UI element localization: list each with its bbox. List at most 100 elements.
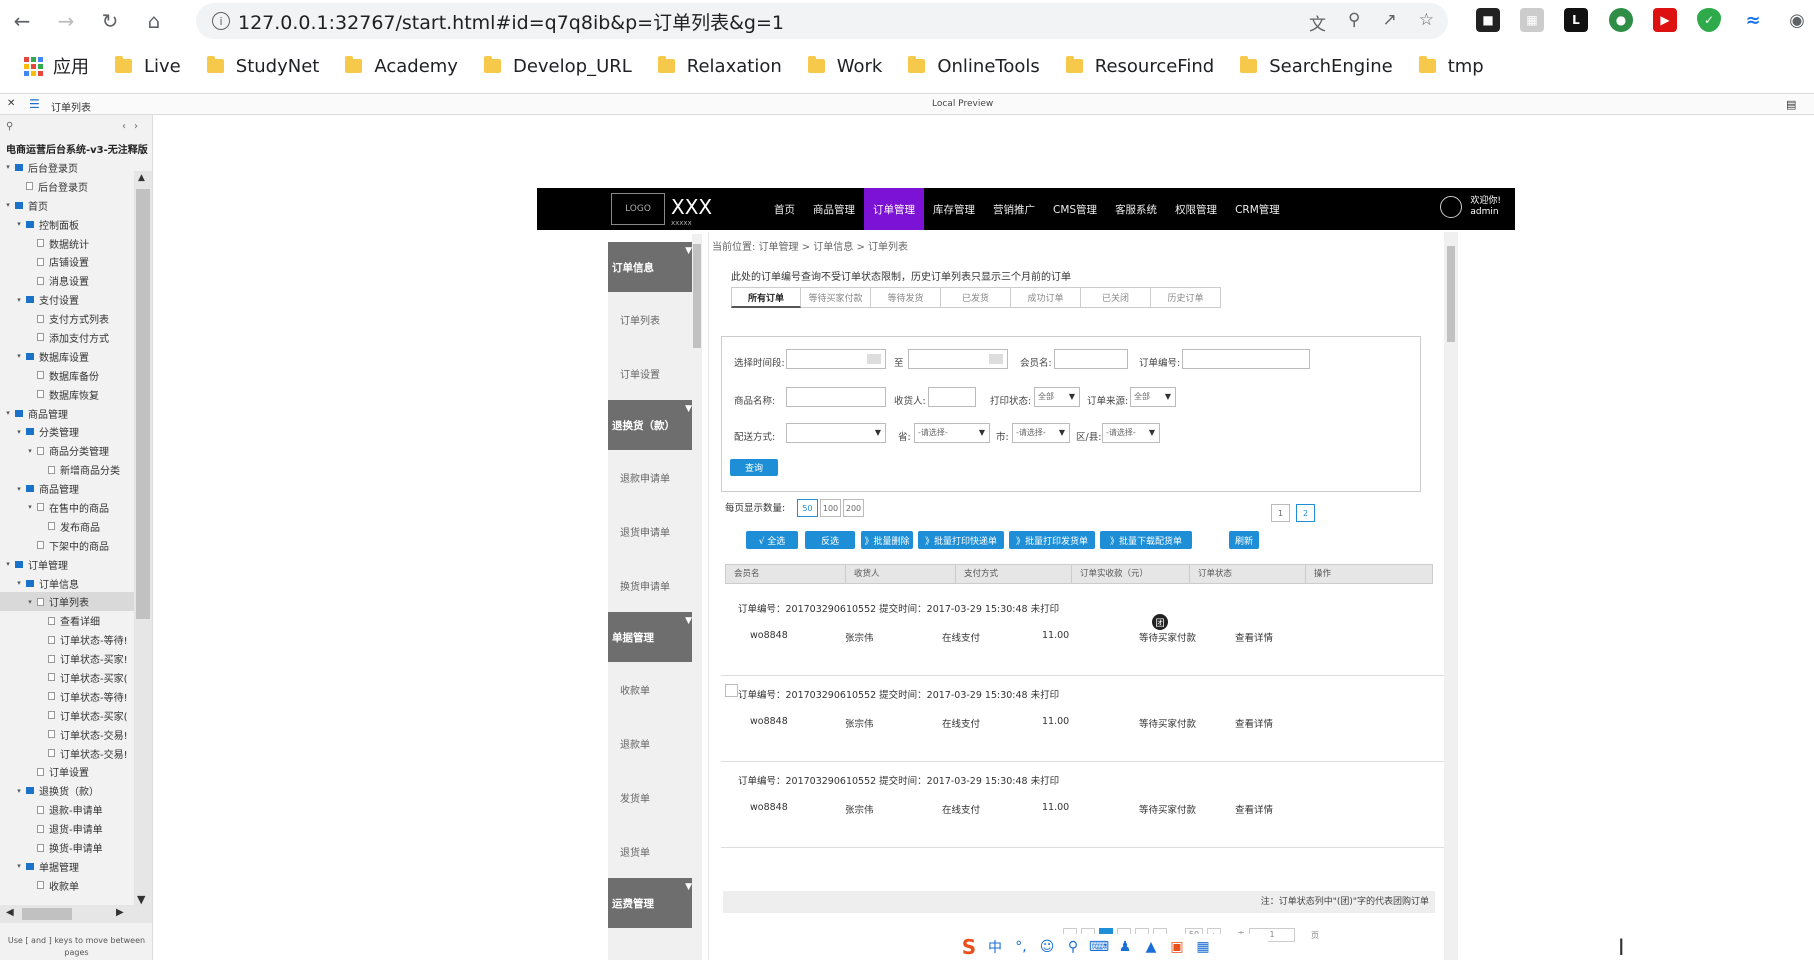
twisty-icon[interactable]: ▾ (26, 503, 34, 511)
twisty-icon[interactable]: ▾ (15, 485, 23, 493)
sitemap-search[interactable]: ⚲ ‹› (0, 115, 152, 137)
order-cell-op[interactable]: 查看详情 (1235, 630, 1273, 644)
province-select[interactable]: -请选择- (914, 423, 990, 443)
sitemap-item[interactable]: ▾ 商品管理 (0, 479, 152, 498)
emoji-icon[interactable]: ☺ (1038, 938, 1056, 956)
sogou-logo-icon[interactable]: S (960, 935, 978, 959)
left-nav-group[interactable]: 运费管理 ▼ (608, 878, 698, 928)
batch-print-delivery-button[interactable]: 》批量打印发货单 (1009, 531, 1095, 549)
left-nav-item[interactable]: 收款单 (608, 662, 698, 716)
url-text[interactable]: 127.0.0.1:32767/start.html#id=q7q8ib&p=订… (238, 8, 784, 35)
left-nav-item[interactable]: 退款申请单 (608, 450, 698, 504)
bookmark-folder[interactable]: StudyNet (206, 56, 319, 77)
delivery-select[interactable] (786, 423, 886, 443)
twisty-icon[interactable]: ▾ (15, 220, 23, 228)
info-icon[interactable]: i (212, 12, 230, 30)
sitemap-item[interactable]: ▾ 后台登录页 (0, 158, 152, 177)
sitemap-item[interactable]: 下架中的商品 (0, 536, 152, 555)
left-nav-item[interactable]: 退货单 (608, 824, 698, 878)
extension-icon-2[interactable]: ▦ (1520, 8, 1544, 32)
left-nav-item[interactable]: 订单设置 (608, 346, 698, 400)
twisty-icon[interactable]: ▾ (15, 428, 23, 436)
close-icon[interactable]: ✕ (7, 98, 15, 109)
tab-order-status[interactable]: 等待买家付款 (801, 287, 871, 308)
translate-icon[interactable]: 文 (1309, 10, 1326, 35)
menu-item[interactable]: 客服系统 (1106, 188, 1166, 230)
twisty-icon[interactable]: ▾ (4, 201, 12, 209)
left-nav-item[interactable]: 退款单 (608, 716, 698, 770)
sitemap-item[interactable]: 后台登录页 (0, 177, 152, 196)
sitemap-item[interactable]: 消息设置 (0, 271, 152, 290)
left-nav-group[interactable]: 订单信息 ▼ (608, 242, 698, 292)
sitemap-item[interactable]: ▾ 订单列表 (0, 592, 152, 612)
scroll-right-icon[interactable]: ▶ (116, 907, 124, 918)
scrollbar-thumb[interactable] (693, 244, 701, 348)
sitemap-item[interactable]: 订单设置 (0, 763, 152, 782)
order-cell-op[interactable]: 查看详情 (1235, 716, 1273, 730)
tab-order-status[interactable]: 已发货 (941, 287, 1011, 308)
punctuation-icon[interactable]: °, (1012, 938, 1030, 956)
tab-order-status[interactable]: 等待发货 (871, 287, 941, 308)
left-nav-group[interactable]: 单据管理 ▼ (608, 612, 698, 662)
print-status-select[interactable]: 全部 (1034, 387, 1080, 407)
per-page-200[interactable]: 200 (843, 499, 864, 517)
sitemap-item[interactable]: 换货-申请单 (0, 838, 152, 857)
sitemap-item[interactable]: ▾ 数据库设置 (0, 347, 152, 366)
city-select[interactable]: -请选择- (1012, 423, 1070, 443)
hscrollbar-thumb[interactable] (22, 908, 72, 920)
page-1[interactable]: 1 (1271, 504, 1290, 522)
extension-icon-5[interactable]: ▶ (1653, 8, 1677, 32)
share-icon[interactable]: ↗ (1383, 10, 1397, 35)
sitemap-scrollbar[interactable]: ▲ ▼ (134, 171, 152, 911)
sitemap-item[interactable]: 订单状态-买家( (0, 668, 152, 687)
menu-icon[interactable]: ☰ (29, 97, 40, 111)
sitemap-item[interactable]: 退款-申请单 (0, 800, 152, 819)
sitemap-item[interactable]: 退货-申请单 (0, 819, 152, 838)
user-icon[interactable]: ♟ (1116, 938, 1134, 956)
left-nav-item[interactable]: 订单列表 (608, 292, 698, 346)
grid-icon[interactable]: ▦ (1194, 938, 1212, 956)
district-select[interactable]: -请选择- (1102, 423, 1160, 443)
sitemap-item[interactable]: 订单状态-等待! (0, 630, 152, 649)
bookmark-folder[interactable]: SearchEngine (1240, 56, 1393, 77)
sitemap-hscrollbar[interactable]: ◀ ▶ (0, 905, 152, 923)
sitemap-item[interactable]: 数据统计 (0, 234, 152, 253)
collapse-icon[interactable]: ▼ (685, 404, 692, 414)
menu-item[interactable]: CRM管理 (1226, 188, 1289, 230)
twisty-icon[interactable]: ▾ (26, 447, 34, 455)
content-scrollbar[interactable] (1444, 232, 1458, 960)
sitemap-item[interactable]: 数据库恢复 (0, 385, 152, 404)
scroll-up-icon[interactable]: ▲ (138, 173, 145, 183)
tab-order-status[interactable]: 成功订单 (1011, 287, 1081, 308)
per-page-50[interactable]: 50 (797, 499, 818, 517)
batch-download-button[interactable]: 》批量下载配货单 (1100, 531, 1192, 549)
query-button[interactable]: 查询 (730, 459, 778, 476)
per-page-100[interactable]: 100 (820, 499, 841, 517)
twisty-icon[interactable]: ▾ (15, 787, 23, 795)
twisty-icon[interactable]: ▾ (4, 163, 12, 171)
prev-next-icons[interactable]: ‹› (122, 121, 146, 132)
tab-order-status[interactable]: 已关闭 (1081, 287, 1151, 308)
order-checkbox[interactable] (725, 684, 738, 697)
left-nav-item[interactable]: 发货单 (608, 770, 698, 824)
select-all-button[interactable]: √ 全选 (746, 531, 798, 549)
sitemap-item[interactable]: 查看详细 (0, 611, 152, 630)
left-nav-item[interactable]: 退货申请单 (608, 504, 698, 558)
zoom-icon[interactable]: ⚲ (1348, 10, 1360, 35)
reload-icon[interactable]: ↻ (96, 7, 124, 35)
bookmark-star-icon[interactable]: ☆ (1419, 10, 1434, 35)
order-cell-op[interactable]: 查看详情 (1235, 802, 1273, 816)
menu-item[interactable]: 权限管理 (1166, 188, 1226, 230)
wifi-icon[interactable]: ≈ (1741, 8, 1765, 32)
extension-icon-1[interactable]: ■ (1476, 8, 1500, 32)
twisty-icon[interactable]: ▾ (4, 409, 12, 417)
sitemap-item[interactable]: 支付方式列表 (0, 309, 152, 328)
sitemap-item[interactable]: 添加支付方式 (0, 328, 152, 347)
product-input[interactable] (786, 387, 886, 407)
page-2[interactable]: 2 (1296, 504, 1315, 522)
sitemap-item[interactable]: ▾ 分类管理 (0, 422, 152, 441)
sitemap-item[interactable]: 店铺设置 (0, 252, 152, 271)
search-icon[interactable]: ⚲ (6, 121, 13, 132)
end-date-input[interactable] (908, 349, 1008, 369)
twisty-icon[interactable]: ▾ (15, 296, 23, 304)
